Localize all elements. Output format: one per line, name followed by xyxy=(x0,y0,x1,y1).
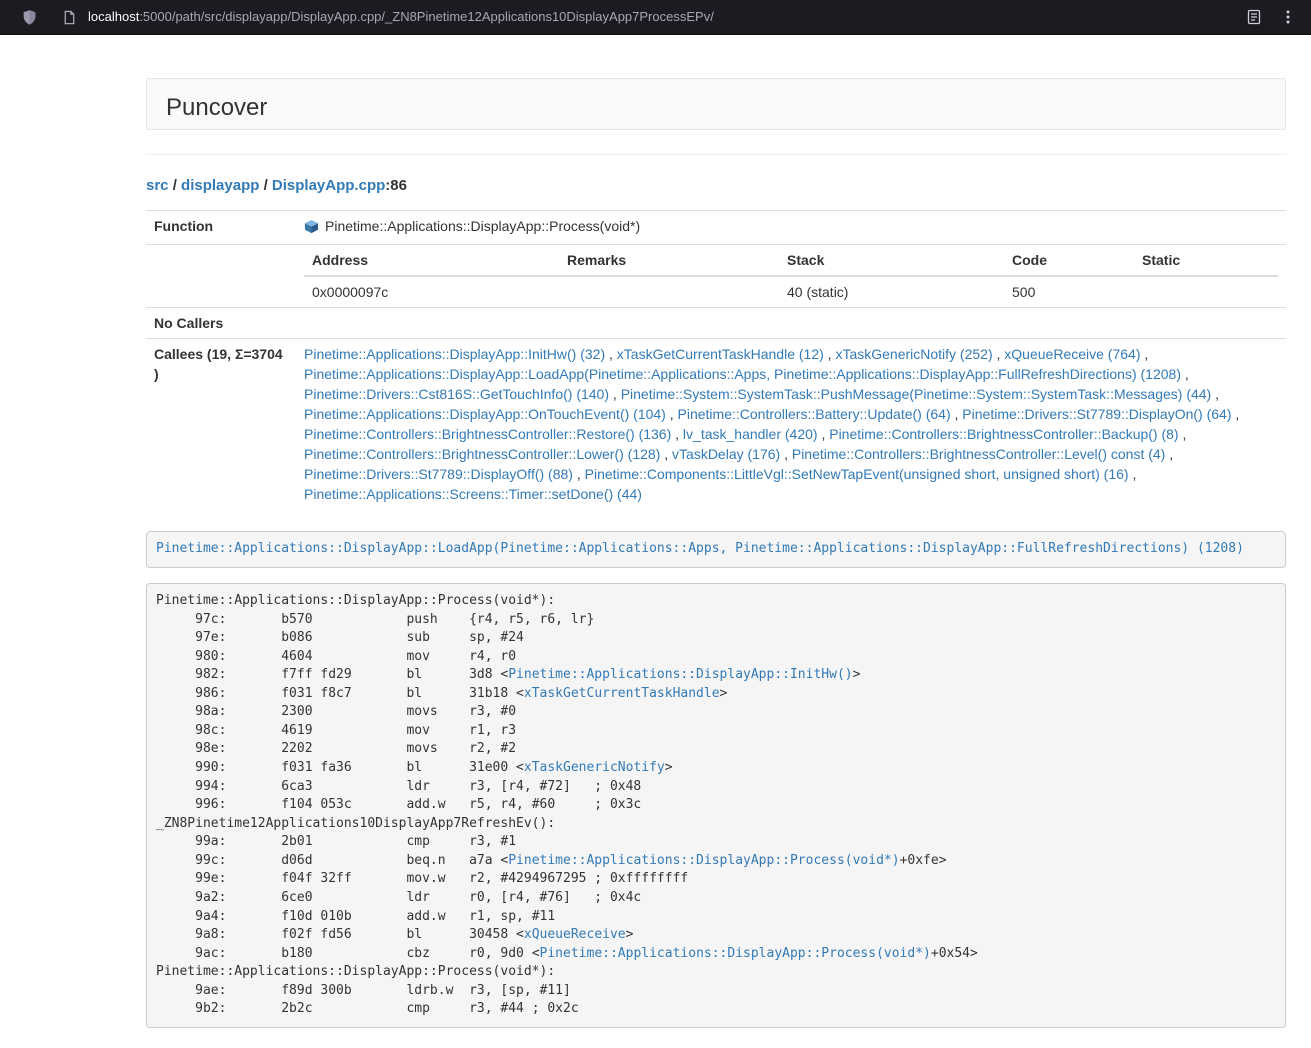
callee-link[interactable]: Pinetime::Controllers::Battery::Update()… xyxy=(678,406,951,422)
callee-separator: , xyxy=(1140,346,1148,362)
breadcrumb: src / displayapp / DisplayApp.cpp:86 xyxy=(146,175,1286,196)
breadcrumb-displayapp-link[interactable]: displayapp xyxy=(181,177,259,194)
callee-link[interactable]: Pinetime::Applications::DisplayApp::Load… xyxy=(304,366,1181,382)
callee-link[interactable]: Pinetime::Applications::Screens::Timer::… xyxy=(304,486,642,502)
function-table: Function Pinetime::Applications::Display… xyxy=(146,210,1286,509)
callee-link[interactable]: Pinetime::Controllers::BrightnessControl… xyxy=(304,446,660,462)
code-symbol-link[interactable]: Pinetime::Applications::DisplayApp::Init… xyxy=(508,667,852,682)
callee-separator: , xyxy=(818,426,830,442)
url-host: localhost xyxy=(88,9,139,24)
code-cell: 500 xyxy=(1004,276,1134,307)
no-callers-label: No Callers xyxy=(146,308,296,339)
url-path: :5000/path/src/displayapp/DisplayApp.cpp… xyxy=(139,9,714,24)
function-name: Pinetime::Applications::DisplayApp::Proc… xyxy=(325,218,640,234)
code-symbol-link[interactable]: xTaskGenericNotify xyxy=(524,760,665,775)
stack-cell: 40 (static) xyxy=(779,276,1004,307)
callee-separator: , xyxy=(951,406,963,422)
callee-link[interactable]: Pinetime::Drivers::St7789::DisplayOn() (… xyxy=(962,406,1231,422)
disassembly: Pinetime::Applications::DisplayApp::Proc… xyxy=(146,583,1286,1028)
callee-link[interactable]: Pinetime::Components::LittleVgl::SetNewT… xyxy=(585,466,1129,482)
callee-link[interactable]: Pinetime::Drivers::St7789::DisplayOff() … xyxy=(304,466,573,482)
tracking-protection-shield-icon[interactable] xyxy=(16,4,42,30)
code-symbol-link[interactable]: xTaskGetCurrentTaskHandle xyxy=(524,686,720,701)
url-bar[interactable]: localhost:5000/path/src/displayapp/Displ… xyxy=(88,8,1241,27)
callee-separator: , xyxy=(605,346,617,362)
callee-separator: , xyxy=(1165,446,1173,462)
callee-link[interactable]: Pinetime::Drivers::Cst816S::GetTouchInfo… xyxy=(304,386,609,402)
divider xyxy=(146,154,1286,155)
app-header: Puncover xyxy=(146,78,1286,130)
code-symbol-link[interactable]: Pinetime::Applications::DisplayApp::Proc… xyxy=(540,946,931,961)
table-row: 0x0000097c 40 (static) 500 xyxy=(304,276,1278,307)
callee-separator: , xyxy=(1211,386,1219,402)
breadcrumb-file-link[interactable]: DisplayApp.cpp xyxy=(272,177,385,194)
page-container: Puncover src / displayapp / DisplayApp.c… xyxy=(146,35,1286,1028)
callee-link[interactable]: Pinetime::Controllers::BrightnessControl… xyxy=(829,426,1178,442)
kebab-menu-icon[interactable] xyxy=(1275,4,1301,30)
breadcrumb-separator: / xyxy=(169,177,182,194)
function-details-row: Address Remarks Stack Code Static 0x0000… xyxy=(146,245,1286,308)
callee-separator: , xyxy=(666,406,678,422)
callee-link[interactable]: xQueueReceive (764) xyxy=(1004,346,1140,362)
column-address: Address xyxy=(304,245,559,276)
callee-separator: , xyxy=(993,346,1005,362)
address-cell: 0x0000097c xyxy=(304,276,559,307)
callee-link[interactable]: xTaskGenericNotify (252) xyxy=(835,346,992,362)
empty-label-cell xyxy=(146,245,296,308)
reader-view-icon[interactable] xyxy=(1241,4,1267,30)
callee-link[interactable]: Pinetime::Applications::DisplayApp::Init… xyxy=(304,346,605,362)
breadcrumb-separator: / xyxy=(259,177,272,194)
no-callers-row: No Callers xyxy=(146,308,1286,339)
code-symbol-link[interactable]: Pinetime::Applications::DisplayApp::Proc… xyxy=(508,853,899,868)
no-callers-cell xyxy=(296,308,1286,339)
function-details-table: Address Remarks Stack Code Static 0x0000… xyxy=(304,245,1278,307)
callee-link[interactable]: Pinetime::Applications::DisplayApp::OnTo… xyxy=(304,406,666,422)
callees-list: Pinetime::Applications::DisplayApp::Init… xyxy=(304,344,1278,504)
callee-separator: , xyxy=(1179,426,1187,442)
callee-link[interactable]: lv_task_handler (420) xyxy=(683,426,818,442)
static-cell xyxy=(1134,276,1278,307)
callees-cell: Pinetime::Applications::DisplayApp::Init… xyxy=(296,339,1286,510)
function-row: Function Pinetime::Applications::Display… xyxy=(146,211,1286,245)
function-cube-icon xyxy=(304,219,319,239)
code-symbol-link[interactable]: xQueueReceive xyxy=(524,927,626,942)
callee-separator: , xyxy=(671,426,683,442)
details-header-row: Address Remarks Stack Code Static xyxy=(304,245,1278,276)
callee-separator: , xyxy=(780,446,792,462)
callee-separator: , xyxy=(1181,366,1189,382)
highlighted-symbol-box: Pinetime::Applications::DisplayApp::Load… xyxy=(146,531,1286,568)
function-name-cell: Pinetime::Applications::DisplayApp::Proc… xyxy=(296,211,1286,245)
callee-link[interactable]: vTaskDelay (176) xyxy=(672,446,780,462)
callee-separator: , xyxy=(573,466,585,482)
breadcrumb-line-number: :86 xyxy=(385,177,407,194)
callees-row: Callees (19, Σ=3704 ) Pinetime::Applicat… xyxy=(146,339,1286,510)
page-title: Puncover xyxy=(166,94,267,121)
column-code: Code xyxy=(1004,245,1134,276)
callees-label: Callees (19, Σ=3704 ) xyxy=(146,339,296,510)
page-icon[interactable] xyxy=(56,4,82,30)
column-static: Static xyxy=(1134,245,1278,276)
callee-link[interactable]: xTaskGetCurrentTaskHandle (12) xyxy=(617,346,824,362)
column-remarks: Remarks xyxy=(559,245,779,276)
callee-link[interactable]: Pinetime::Controllers::BrightnessControl… xyxy=(792,446,1165,462)
callee-link[interactable]: Pinetime::System::SystemTask::PushMessag… xyxy=(621,386,1212,402)
function-label: Function xyxy=(146,211,296,245)
callee-separator: , xyxy=(1129,466,1137,482)
function-details-cell: Address Remarks Stack Code Static 0x0000… xyxy=(296,245,1286,308)
remarks-cell xyxy=(559,276,779,307)
column-stack: Stack xyxy=(779,245,1004,276)
browser-chrome: localhost:5000/path/src/displayapp/Displ… xyxy=(0,0,1311,35)
callee-link[interactable]: Pinetime::Controllers::BrightnessControl… xyxy=(304,426,671,442)
breadcrumb-src-link[interactable]: src xyxy=(146,177,169,194)
callee-separator: , xyxy=(824,346,836,362)
callee-separator: , xyxy=(1232,406,1240,422)
highlighted-symbol-link[interactable]: Pinetime::Applications::DisplayApp::Load… xyxy=(156,541,1244,556)
callee-separator: , xyxy=(660,446,672,462)
callee-separator: , xyxy=(609,386,621,402)
